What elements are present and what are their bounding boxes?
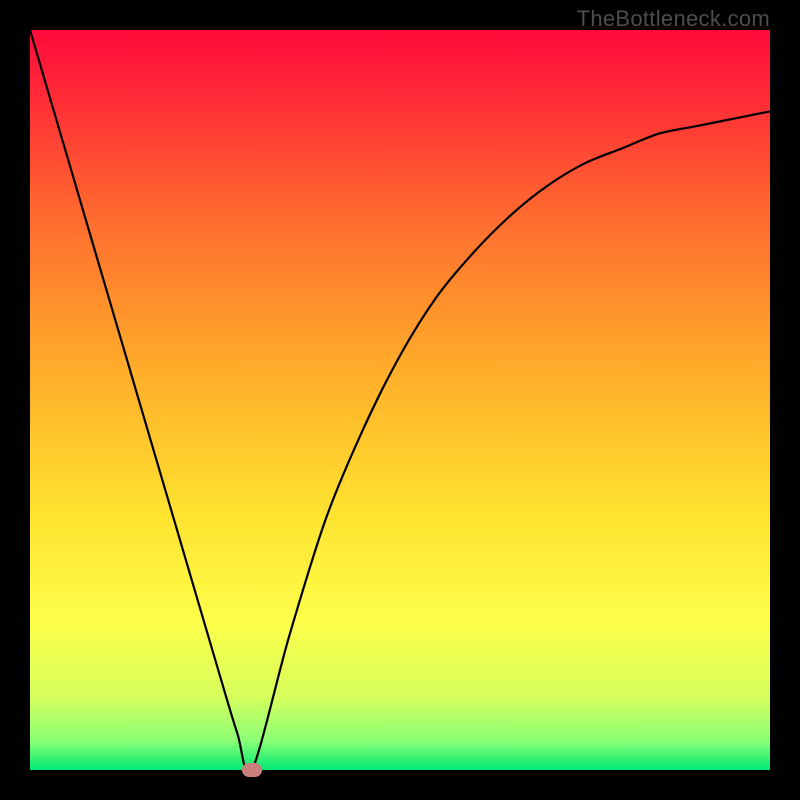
plot-background [30,30,770,770]
plot-svg [30,30,770,770]
plot-frame [30,30,770,770]
optimum-marker [242,763,262,777]
watermark-text: TheBottleneck.com [577,6,770,32]
